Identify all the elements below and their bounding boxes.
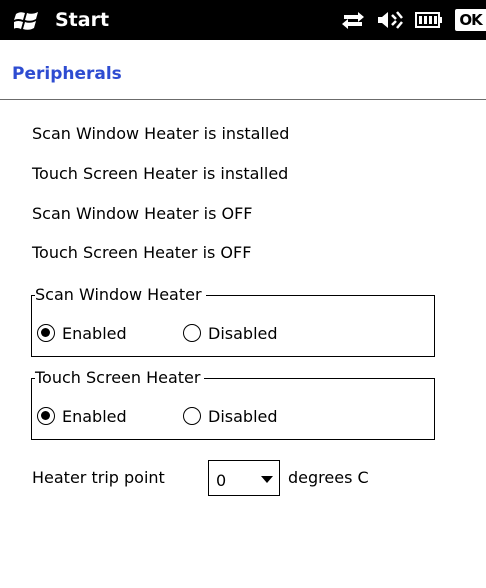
group-legend: Scan Window Heater: [35, 285, 206, 304]
radio-unselected-indicator: [183, 324, 201, 342]
ok-button[interactable]: OK: [455, 9, 486, 31]
heater-trip-point-label: Heater trip point: [32, 468, 165, 487]
touch-heater-state-status: Touch Screen Heater is OFF: [32, 243, 252, 262]
touch-screen-heater-group: Touch Screen Heater Enabled Disabled: [31, 368, 435, 440]
trip-point-dropdown[interactable]: 0: [208, 460, 280, 496]
page-title: Peripherals: [12, 64, 122, 84]
radio-label: Enabled: [62, 323, 127, 343]
group-legend: Touch Screen Heater: [35, 368, 205, 387]
scan-heater-state-status: Scan Window Heater is OFF: [32, 204, 253, 223]
radio-label: Disabled: [208, 406, 278, 426]
page-header: Peripherals: [0, 40, 486, 100]
windows-flag-icon[interactable]: [14, 10, 40, 30]
radio-label: Enabled: [62, 406, 127, 426]
connectivity-icon[interactable]: [340, 9, 366, 31]
scan-heater-installed-status: Scan Window Heater is installed: [32, 124, 290, 143]
radio-label: Disabled: [208, 323, 278, 343]
radio-selected-indicator: [37, 324, 55, 342]
volume-icon[interactable]: [375, 9, 405, 31]
touch-heater-disabled-radio[interactable]: Disabled: [183, 405, 278, 427]
chevron-down-icon[interactable]: [261, 476, 273, 484]
start-label[interactable]: Start: [55, 9, 109, 31]
radio-unselected-indicator: [183, 407, 201, 425]
units-label: degrees C: [288, 468, 369, 487]
battery-icon[interactable]: [415, 12, 443, 28]
scan-window-heater-group: Scan Window Heater Enabled Disabled: [31, 285, 435, 357]
scan-heater-enabled-radio[interactable]: Enabled: [37, 322, 127, 344]
touch-heater-enabled-radio[interactable]: Enabled: [37, 405, 127, 427]
scan-heater-disabled-radio[interactable]: Disabled: [183, 322, 278, 344]
title-bar: Start OK: [0, 0, 486, 40]
radio-selected-indicator: [37, 407, 55, 425]
trip-point-value: 0: [216, 471, 227, 490]
touch-heater-installed-status: Touch Screen Heater is installed: [32, 164, 289, 183]
